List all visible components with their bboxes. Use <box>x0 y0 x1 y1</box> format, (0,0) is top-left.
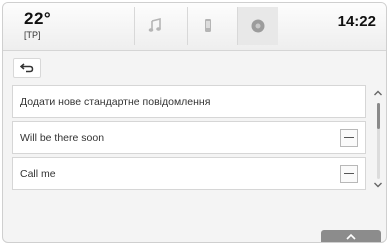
list-item-message[interactable]: Will be there soon <box>12 121 366 154</box>
phone-button[interactable] <box>187 7 228 45</box>
app-button[interactable] <box>237 7 278 45</box>
infotainment-screen: 22° [TP] 14:22 Додати нове стандартне по… <box>2 2 387 243</box>
expand-panel-button[interactable] <box>321 230 381 242</box>
scrollbar-track[interactable] <box>377 103 380 179</box>
list-item-add-message[interactable]: Додати нове стандартне повідомлення <box>12 85 366 118</box>
list-item-label: Will be there soon <box>20 131 105 144</box>
chevron-up-icon[interactable] <box>373 89 383 97</box>
temperature-block: 22° [TP] <box>24 9 51 40</box>
app-icon <box>251 19 265 33</box>
clock: 14:22 <box>337 13 376 30</box>
list-item-label: Додати нове стандартне повідомлення <box>20 95 211 108</box>
phone-icon <box>205 19 211 32</box>
temperature-value: 22° <box>24 9 52 28</box>
scrollbar-thumb[interactable] <box>377 103 380 129</box>
temperature-sub-label: [TP] <box>24 30 41 40</box>
minus-icon <box>344 136 354 139</box>
status-header: 22° [TP] 14:22 <box>3 3 386 51</box>
list-item-message[interactable]: Call me <box>12 157 366 190</box>
back-button[interactable] <box>13 58 41 78</box>
list-item-label: Call me <box>20 167 56 180</box>
chevron-up-icon <box>346 233 356 240</box>
delete-message-button[interactable] <box>340 128 358 147</box>
delete-message-button[interactable] <box>340 164 358 183</box>
music-icon <box>148 18 161 32</box>
music-button[interactable] <box>134 7 175 45</box>
chevron-down-icon[interactable] <box>373 181 383 189</box>
back-arrow-icon <box>20 63 34 73</box>
minus-icon <box>344 172 354 175</box>
